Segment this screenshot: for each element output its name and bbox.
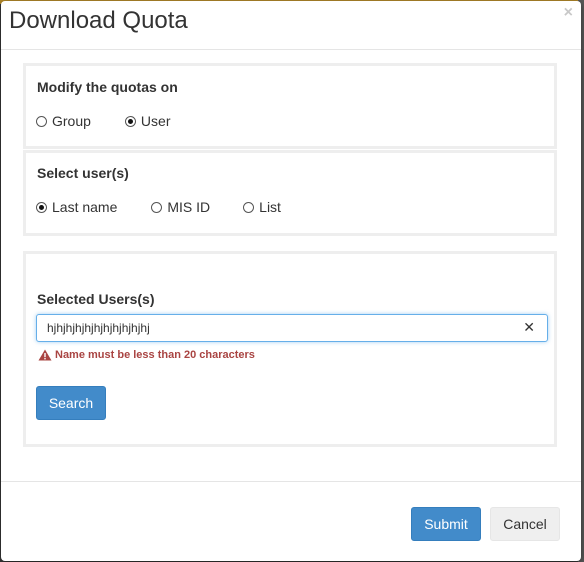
radio-list-dot[interactable] — [243, 201, 255, 213]
user-select-panel: Select user(s) Last name MIS ID List — [23, 150, 557, 236]
clear-input-icon[interactable]: ✕ — [523, 319, 535, 336]
radio-list-label: List — [259, 199, 281, 215]
radio-user-dot[interactable] — [124, 115, 136, 127]
validation-error: Name must be less than 20 characters — [38, 349, 255, 361]
radio-user-label: User — [140, 113, 171, 129]
validation-error-text: Name must be less than 20 characters — [55, 349, 255, 361]
user-select-label: Select user(s) — [37, 165, 129, 181]
quota-target-label: Modify the quotas on — [37, 79, 178, 95]
footer-divider — [1, 481, 581, 482]
selected-users-label: Selected Users(s) — [37, 291, 155, 307]
user-select-options: Last name MIS ID List — [36, 199, 281, 215]
header-divider — [1, 49, 581, 50]
radio-group-label: Group — [52, 113, 91, 129]
submit-button[interactable]: Submit — [411, 507, 481, 541]
cancel-button[interactable]: Cancel — [490, 507, 560, 541]
quota-target-options: Group User — [36, 113, 170, 129]
radio-group[interactable]: Group — [36, 113, 91, 129]
radio-mis-id[interactable]: MIS ID — [151, 199, 210, 215]
quota-target-panel: Modify the quotas on Group User — [23, 63, 557, 149]
selected-users-value: hjhjhjhjhjhjhjhjhjhjhj — [47, 321, 150, 335]
radio-mis-id-dot[interactable] — [151, 201, 163, 213]
selected-users-panel: Selected Users(s) hjhjhjhjhjhjhjhjhjhjhj… — [23, 251, 557, 447]
dialog-title: Download Quota — [9, 7, 188, 34]
selected-users-input[interactable]: hjhjhjhjhjhjhjhjhjhjhj ✕ — [36, 314, 548, 342]
warning-icon — [38, 349, 52, 361]
close-icon[interactable]: × — [564, 4, 573, 22]
radio-mis-id-label: MIS ID — [167, 199, 211, 215]
search-button[interactable]: Search — [36, 386, 106, 420]
radio-last-name-label: Last name — [52, 199, 118, 215]
radio-group-dot[interactable] — [36, 115, 47, 127]
download-quota-dialog: Download Quota × Modify the quotas on Gr… — [1, 1, 581, 561]
radio-last-name-dot[interactable] — [36, 201, 47, 213]
radio-user[interactable]: User — [124, 113, 171, 129]
radio-last-name[interactable]: Last name — [36, 199, 117, 215]
radio-list[interactable]: List — [243, 199, 281, 215]
